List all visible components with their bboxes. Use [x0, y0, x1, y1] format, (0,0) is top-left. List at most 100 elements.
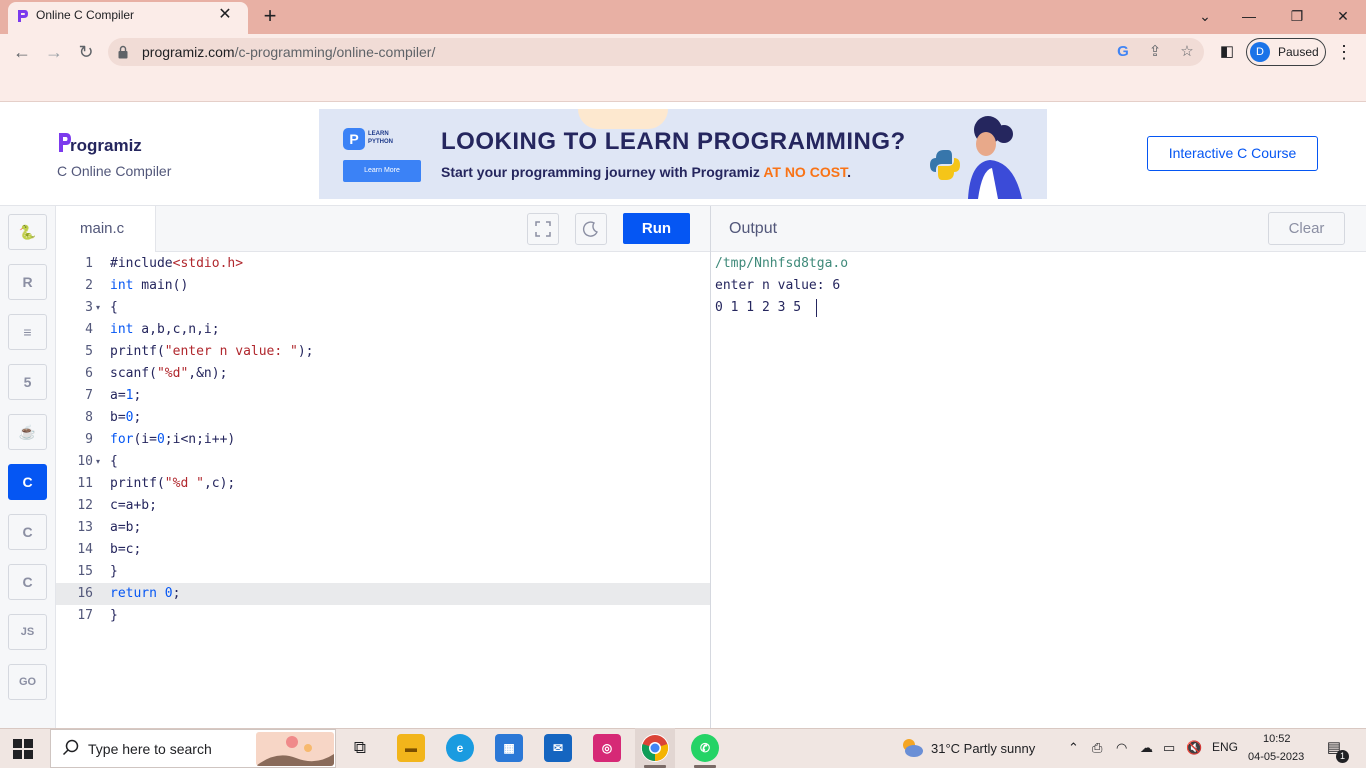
whatsapp-icon[interactable]: ✆ [691, 734, 719, 762]
line-number: 14 [77, 542, 93, 557]
page-subtitle: C Online Compiler [57, 163, 172, 179]
file-explorer-icon[interactable]: ▬ [397, 734, 425, 762]
code-line[interactable]: b=0; [110, 410, 141, 425]
code-line[interactable]: int a,b,c,n,i; [110, 322, 220, 337]
lock-icon [118, 45, 128, 59]
language-java-icon[interactable]: ☕ [8, 414, 47, 450]
language-python-icon[interactable]: 🐍 [8, 214, 47, 250]
reload-icon[interactable]: ↻ [74, 40, 98, 64]
line-number: 7 [85, 388, 93, 403]
fullscreen-button[interactable] [527, 213, 559, 245]
language-csharp-icon[interactable]: C [8, 564, 47, 600]
programiz-logo-text[interactable]: rogramiz [70, 136, 142, 156]
tab-search-chevron-icon[interactable]: ⌄ [1190, 4, 1220, 28]
code-line[interactable]: int main() [110, 278, 188, 293]
onedrive-cloud-icon[interactable]: ☁ [1140, 740, 1153, 756]
code-line[interactable]: } [110, 608, 118, 623]
line-number: 12 [77, 498, 93, 513]
output-line: /tmp/Nnhfsd8tga.o [715, 256, 849, 271]
mail-icon[interactable]: ✉ [544, 734, 572, 762]
new-tab-button[interactable]: + [258, 5, 282, 29]
code-line[interactable]: c=a+b; [110, 498, 157, 513]
interactive-course-button[interactable]: Interactive C Course [1147, 136, 1318, 171]
back-arrow-icon[interactable]: ← [10, 40, 34, 64]
ad-headline: LOOKING TO LEARN PROGRAMMING? [441, 128, 906, 155]
line-number: 8 [85, 410, 93, 425]
language-c-icon[interactable]: C [8, 464, 47, 500]
bookmark-star-icon[interactable]: ☆ [1178, 43, 1196, 61]
pane-divider[interactable] [710, 206, 711, 728]
clock-date[interactable]: 04-05-2023 [1248, 751, 1304, 763]
url-text[interactable]: programiz.com/c-programming/online-compi… [142, 44, 435, 60]
language-r-icon[interactable]: R [8, 264, 47, 300]
code-line[interactable]: return 0; [110, 586, 180, 601]
language-go-icon[interactable]: GO [8, 664, 47, 700]
search-highlight-illustration [256, 732, 334, 766]
ad-person-illustration-icon [930, 116, 1022, 199]
meet-now-icon[interactable]: ⎙ [1092, 740, 1102, 756]
bookmark-bar [0, 70, 1366, 102]
language-cpp-icon[interactable]: C [8, 514, 47, 550]
search-highlight-icon [256, 736, 334, 766]
code-line[interactable]: for(i=0;i<n;i++) [110, 432, 235, 447]
code-line[interactable]: a=1; [110, 388, 141, 403]
window-close-icon[interactable]: ✕ [1328, 4, 1358, 28]
code-line[interactable]: { [110, 300, 118, 315]
chrome-icon[interactable] [641, 734, 669, 762]
restore-icon[interactable]: ❐ [1282, 4, 1312, 28]
line-number: 16 [77, 586, 93, 601]
language-javascript-icon[interactable]: JS [8, 614, 47, 650]
code-line[interactable]: { [110, 454, 118, 469]
google-icon[interactable]: G [1114, 43, 1132, 61]
fold-toggle-icon[interactable]: ▾ [96, 303, 100, 312]
windows-start-icon[interactable] [12, 738, 34, 760]
code-line[interactable]: b=c; [110, 542, 141, 557]
edge-icon[interactable]: e [446, 734, 474, 762]
weather-text[interactable]: 31°C Partly sunny [931, 741, 1035, 756]
theme-toggle-button[interactable] [575, 213, 607, 245]
tab-title: Online C Compiler [36, 8, 135, 22]
file-tab-label: main.c [80, 220, 125, 237]
code-line[interactable]: scanf("%d",&n); [110, 366, 227, 381]
programiz-favicon-icon [18, 10, 28, 22]
ad-decoration [578, 109, 668, 129]
fold-toggle-icon[interactable]: ▾ [96, 457, 100, 466]
ad-subtext-main: Start your programming journey with Prog… [441, 164, 764, 180]
battery-icon[interactable]: ▭ [1163, 740, 1175, 756]
line-number: 17 [77, 608, 93, 623]
line-number: 1 [85, 256, 93, 271]
code-line[interactable]: printf("enter n value: "); [110, 344, 314, 359]
line-number: 2 [85, 278, 93, 293]
language-sql-icon[interactable]: ≡ [8, 314, 47, 350]
ad-learn-more-button[interactable]: Learn More [343, 160, 421, 182]
code-line[interactable]: } [110, 564, 118, 579]
fullscreen-icon [535, 221, 551, 237]
clock-time[interactable]: 10:52 [1263, 733, 1291, 745]
language-html-icon[interactable]: 5 [8, 364, 47, 400]
line-number: 10 [77, 454, 93, 469]
speaker-muted-icon[interactable]: 🔇 [1186, 740, 1202, 756]
line-number: 13 [77, 520, 93, 535]
share-icon[interactable]: ⇪ [1146, 43, 1164, 61]
wifi-icon[interactable]: ◠ [1116, 740, 1127, 756]
clear-output-button[interactable]: Clear [1268, 212, 1345, 245]
instagram-icon[interactable]: ◎ [593, 734, 621, 762]
code-line[interactable]: printf("%d ",c); [110, 476, 235, 491]
more-menu-icon[interactable]: ⋮ [1334, 40, 1354, 64]
partly-sunny-icon[interactable] [900, 736, 924, 760]
task-view-icon[interactable]: ⧉ [348, 736, 372, 760]
output-line: enter n value: 6 [715, 278, 841, 293]
side-panel-icon[interactable]: ◧ [1218, 43, 1236, 61]
input-language[interactable]: ENG [1212, 740, 1238, 754]
ad-subtext-highlight: AT NO COST [763, 164, 848, 180]
minimize-icon[interactable]: — [1234, 4, 1264, 28]
microsoft-store-icon[interactable]: ▦ [495, 734, 523, 762]
tab-close-icon[interactable]: ✕ [216, 6, 234, 24]
code-line[interactable]: #include<stdio.h> [110, 256, 243, 271]
show-hidden-icons-icon[interactable]: ⌃ [1068, 740, 1079, 756]
run-button[interactable]: Run [623, 213, 690, 244]
code-line[interactable]: a=b; [110, 520, 141, 535]
taskbar-search-placeholder: Type here to search [88, 741, 212, 757]
forward-arrow-icon[interactable]: → [42, 40, 66, 64]
url-host: programiz.com [142, 44, 235, 60]
